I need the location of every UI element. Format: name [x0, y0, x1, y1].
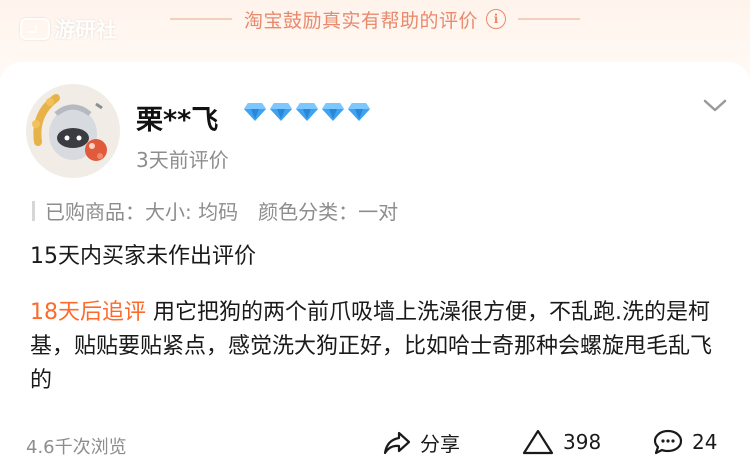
info-icon[interactable]: i [486, 9, 506, 29]
comment-icon [653, 429, 683, 455]
avatar[interactable] [26, 84, 120, 178]
share-icon [383, 431, 411, 454]
comment-count: 24 [692, 430, 718, 454]
diamond-icon [270, 103, 292, 121]
watermark-logo-icon [20, 18, 50, 40]
membership-diamonds [243, 102, 373, 122]
user-name[interactable]: 栗**飞 [136, 98, 218, 137]
diamond-icon [322, 103, 344, 121]
purchased-product-info: 已购商品： 大小: 均码 颜色分类：一对 [32, 196, 398, 225]
banner-divider-left [169, 18, 232, 20]
product-info-bar [32, 200, 35, 221]
share-label: 分享 [420, 432, 460, 456]
followup-tag: 18天后追评 [30, 300, 146, 325]
banner-divider-right [518, 18, 580, 20]
view-count: 4.6千次浏览 [26, 437, 127, 458]
product-size: 大小: 均码 [145, 200, 239, 224]
like-count: 398 [563, 430, 602, 454]
like-button[interactable]: 398 [521, 428, 601, 456]
diamond-icon [296, 103, 318, 121]
product-label: 已购商品： [45, 200, 145, 224]
chevron-down-icon[interactable] [702, 98, 728, 118]
product-color: 颜色分类：一对 [258, 200, 399, 224]
initial-review-text: 15天内买家未作出评价 [30, 244, 256, 269]
triangle-like-icon [522, 429, 554, 455]
review-time: 3天前评价 [136, 148, 229, 172]
banner-text: 淘宝鼓励真实有帮助的评价 [243, 9, 478, 32]
diamond-icon [348, 103, 370, 121]
diamond-icon [244, 103, 266, 121]
followup-review: 18天后追评 用它把狗的两个前爪吸墙上洗澡很方便，不乱跑.洗的是柯基，贴贴要贴紧… [30, 296, 720, 398]
watermark-text: 游研社 [54, 18, 117, 42]
comment-button[interactable]: 24 [652, 428, 717, 456]
share-button[interactable]: 分享 [382, 428, 460, 457]
watermark: 游研社 [20, 14, 117, 44]
